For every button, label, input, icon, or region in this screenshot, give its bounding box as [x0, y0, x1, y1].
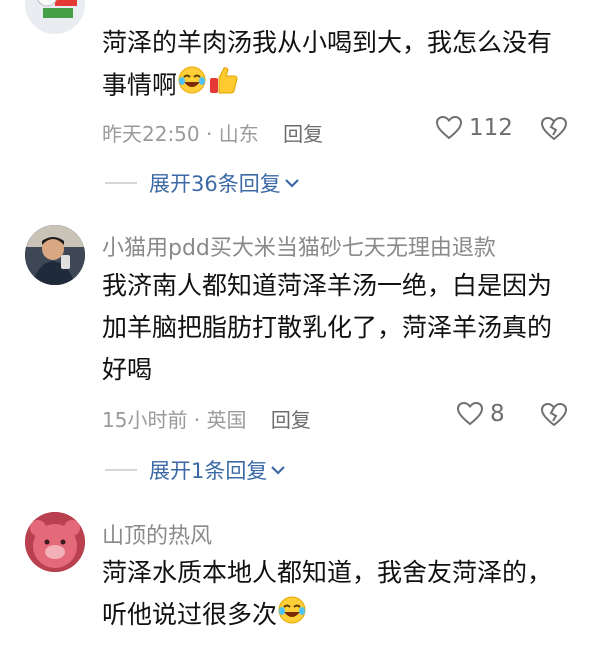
chevron-down-icon: [271, 466, 286, 475]
laugh-cry-emoji: [177, 65, 207, 108]
username[interactable]: 小猫用pdd买大米当猫砂七天无理由退款: [102, 230, 496, 262]
expand-replies-label: 展开36条回复: [149, 172, 281, 196]
like-count: 8: [490, 401, 505, 427]
dislike-button[interactable]: [540, 402, 568, 432]
comment-meta: 昨天22:50 · 山东 回复: [102, 118, 323, 147]
reply-button[interactable]: 回复: [271, 408, 311, 432]
laugh-cry-emoji: [277, 595, 307, 638]
timestamp-location: 15小时前 · 英国: [102, 408, 247, 432]
dislike-button[interactable]: [540, 116, 568, 146]
heart-outline-icon: [456, 401, 484, 426]
chevron-down-icon: [284, 179, 299, 188]
broken-heart-outline-icon: [540, 116, 568, 141]
comment-text: 菏泽的羊肉汤我从小喝到大，我怎么没有事情啊: [102, 22, 572, 109]
username[interactable]: 山顶的热风: [102, 518, 212, 550]
like-button[interactable]: 8: [456, 401, 505, 427]
expand-replies-button[interactable]: 展开1条回复: [105, 455, 286, 485]
expand-replies-label: 展开1条回复: [149, 459, 268, 483]
heart-outline-icon: [435, 115, 463, 140]
comment-meta: 15小时前 · 英国 回复: [102, 404, 311, 433]
timestamp-location: 昨天22:50 · 山东: [102, 122, 259, 146]
broken-heart-outline-icon: [540, 402, 568, 427]
like-button[interactable]: 112: [435, 115, 513, 141]
divider-line: [105, 182, 137, 184]
thumbs-up-emoji: [207, 64, 239, 109]
like-count: 112: [469, 115, 513, 141]
divider-line: [105, 469, 137, 471]
avatar[interactable]: [25, 225, 85, 285]
comment-text: 菏泽水质本地人都知道，我舍友菏泽的，听他说过很多次: [102, 552, 572, 638]
reply-button[interactable]: 回复: [283, 122, 323, 146]
comment-text: 我济南人都知道菏泽羊汤一绝，白是因为加羊脑把脂肪打散乳化了，菏泽羊汤真的好喝: [102, 271, 553, 384]
avatar[interactable]: [25, 0, 85, 34]
avatar[interactable]: [25, 512, 85, 572]
expand-replies-button[interactable]: 展开36条回复: [105, 168, 300, 198]
